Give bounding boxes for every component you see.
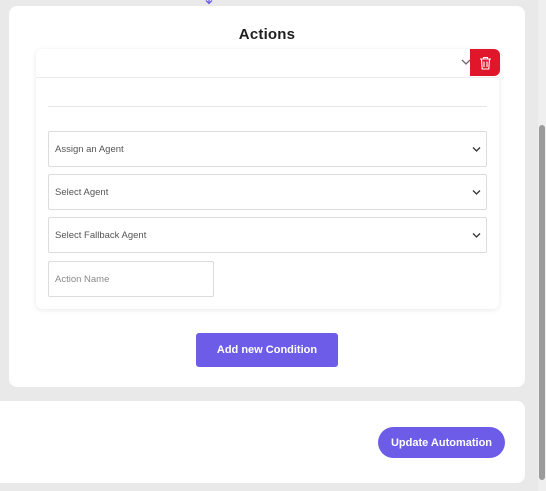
chevron-down-icon [472, 233, 481, 238]
chevron-down-icon [472, 147, 481, 152]
fallback-agent-select[interactable]: Select Fallback Agent [48, 217, 487, 253]
fallback-agent-label: Select Fallback Agent [55, 230, 147, 241]
select-agent-label: Select Agent [55, 187, 109, 198]
scrollbar-thumb[interactable] [539, 125, 545, 480]
footer-panel: Update Automation [0, 401, 525, 483]
chevron-down-icon [472, 190, 481, 195]
actions-panel: Actions Assign an Agent Select Agent Sel… [9, 6, 525, 387]
action-card-header[interactable] [36, 49, 500, 78]
actions-title: Actions [238, 26, 296, 43]
add-new-condition-button[interactable]: Add new Condition [196, 333, 338, 367]
assign-agent-label: Assign an Agent [55, 144, 124, 155]
assign-agent-select[interactable]: Assign an Agent [48, 131, 487, 167]
delete-action-button[interactable] [470, 49, 500, 76]
select-agent-select[interactable]: Select Agent [48, 174, 487, 210]
trash-icon [479, 56, 491, 70]
action-name-input[interactable] [48, 261, 214, 297]
update-automation-button[interactable]: Update Automation [378, 427, 505, 458]
action-card: Assign an Agent Select Agent Select Fall… [36, 49, 500, 309]
card-divider [48, 106, 487, 107]
